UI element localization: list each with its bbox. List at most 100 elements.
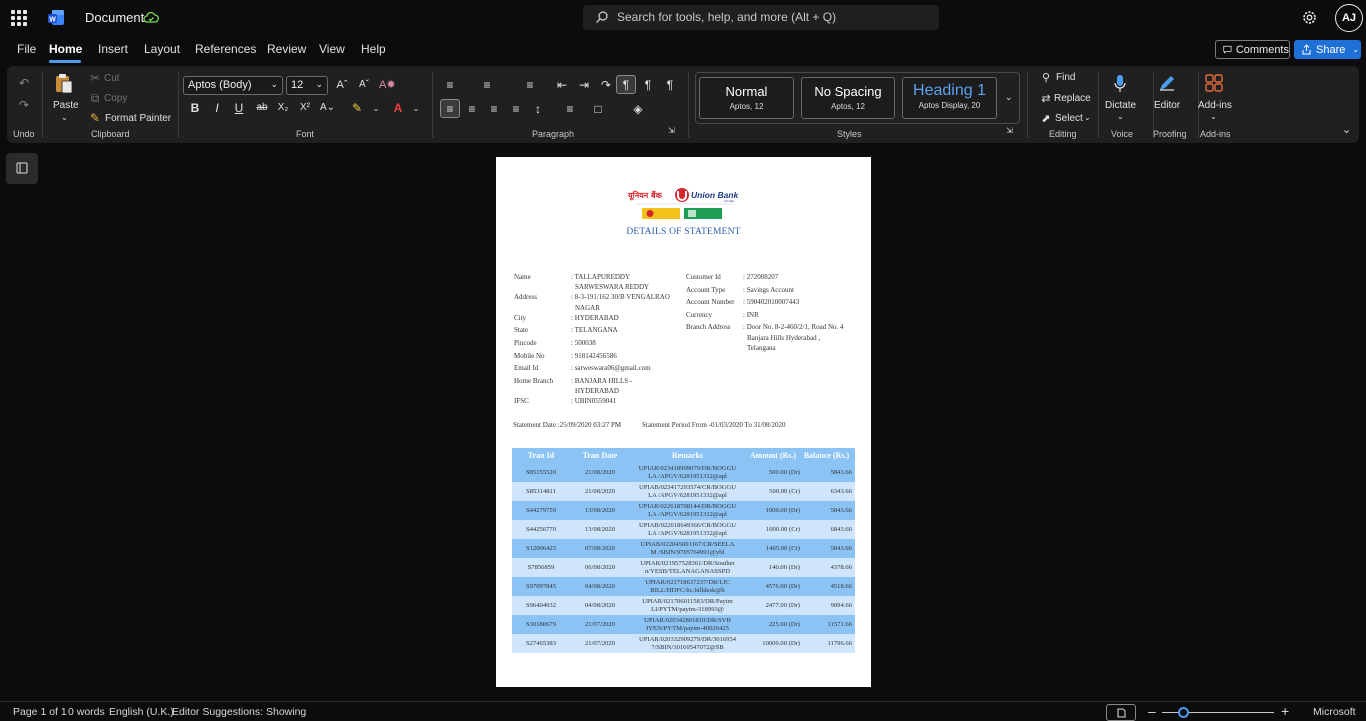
search-input[interactable]: Search for tools, help, and more (Alt + …	[583, 5, 939, 30]
chevron-down-icon[interactable]: ⌄	[1084, 113, 1091, 122]
zoom-slider-thumb[interactable]	[1178, 707, 1189, 718]
zoom-out-icon[interactable]: –	[1148, 703, 1156, 719]
cut-button[interactable]: Cut	[104, 73, 120, 84]
table-row: S27465383 21/07/2020 UPIAR/020332909279/DR…	[512, 634, 855, 653]
shading-icon[interactable]: ◈	[631, 102, 645, 116]
redo-icon[interactable]: ↷	[17, 98, 31, 112]
tran-balance: 4518.66	[801, 577, 855, 596]
tab-view[interactable]: View	[319, 42, 345, 56]
paste-icon[interactable]	[54, 73, 74, 95]
field-value: Telangana	[747, 343, 776, 352]
font-name-select[interactable]: Aptos (Body) ⌄	[183, 76, 283, 95]
superscript-icon[interactable]: X²	[298, 101, 312, 115]
tran-remarks: UPIAR/020342801810/DR/SVB IYEN/PYTM/paytm…	[630, 615, 745, 634]
align-right-icon[interactable]: ≡	[487, 102, 501, 116]
chevron-down-icon[interactable]: ⌄	[1210, 112, 1217, 121]
format-painter-button[interactable]: Format Painter	[105, 113, 171, 124]
chevron-down-icon[interactable]: ⌄	[1117, 112, 1124, 121]
tran-date: 21/07/2020	[570, 615, 630, 634]
style-font: Aptos, 12	[831, 102, 865, 111]
comments-button[interactable]: Comments	[1215, 40, 1290, 59]
ribbon-collapse-icon[interactable]: ⌄	[1342, 123, 1351, 136]
copy-button[interactable]: Copy	[104, 93, 127, 104]
tab-insert[interactable]: Insert	[98, 42, 128, 56]
paragraph-direction-icon[interactable]: ¶	[641, 78, 655, 92]
borders-icon[interactable]: □	[591, 102, 605, 116]
editor-button[interactable]: Editor	[1154, 100, 1180, 111]
tab-help[interactable]: Help	[361, 42, 386, 56]
shrink-font-icon[interactable]: Aˇ	[357, 78, 371, 92]
replace-button[interactable]: Replace	[1054, 93, 1091, 104]
document-page[interactable]: यूनियन बैंक Union Bank of India DETAILS …	[496, 157, 871, 687]
format-painter-icon: ✎	[89, 111, 101, 125]
strikethrough-icon[interactable]: ab	[255, 101, 269, 115]
chevron-down-icon[interactable]: ⌄	[369, 102, 383, 116]
tab-layout[interactable]: Layout	[144, 42, 180, 56]
column-header: Amount (Rs.)	[745, 448, 801, 463]
show-formatting-icon[interactable]: ¶	[663, 78, 677, 92]
editor-suggestions[interactable]: Editor Suggestions: Showing	[172, 706, 306, 718]
style-normal[interactable]: Normal Aptos, 12	[699, 77, 794, 119]
app-launcher-icon[interactable]	[11, 10, 27, 26]
cloud-saved-icon[interactable]	[143, 10, 159, 26]
clear-formatting-icon[interactable]: A✸	[379, 78, 396, 92]
add-ins-icon[interactable]	[1204, 73, 1224, 93]
paste-label[interactable]: Paste	[53, 100, 79, 111]
underline-icon[interactable]: U	[232, 101, 246, 115]
select-button[interactable]: Select	[1055, 113, 1083, 124]
dialog-launcher-icon[interactable]: ⇲	[668, 126, 675, 135]
ltr-icon[interactable]: ↷	[599, 78, 613, 92]
increase-indent-icon[interactable]: ⇥	[577, 78, 591, 92]
decrease-indent-icon[interactable]: ⇤	[555, 78, 569, 92]
microphone-icon[interactable]	[1113, 74, 1127, 94]
bullets-icon[interactable]: ≡	[443, 78, 457, 92]
bold-icon[interactable]: B	[188, 101, 202, 115]
rtl-icon: ¶	[622, 78, 630, 92]
paragraph-spacing-icon[interactable]: ≡	[563, 102, 577, 116]
document-title[interactable]: Document	[85, 10, 144, 25]
tran-balance: 11571.66	[801, 615, 855, 634]
tab-file[interactable]: File	[17, 42, 36, 56]
styles-more-icon[interactable]: ⌄	[1005, 92, 1013, 103]
find-button[interactable]: Find	[1056, 72, 1075, 83]
zoom-in-icon[interactable]: +	[1281, 703, 1289, 719]
page-count[interactable]: Page 1 of 1	[13, 706, 67, 718]
dialog-launcher-icon[interactable]: ⇲	[1006, 126, 1013, 135]
line-spacing-icon[interactable]: ↕	[531, 102, 545, 116]
chevron-down-icon[interactable]: ⌄	[61, 113, 68, 122]
language[interactable]: English (U.K.)	[109, 706, 174, 718]
undo-icon[interactable]: ↶	[17, 76, 31, 90]
subscript-icon[interactable]: X₂	[276, 101, 290, 115]
tab-references[interactable]: References	[195, 42, 256, 56]
align-left-icon: ≡	[446, 102, 454, 116]
gear-icon[interactable]	[1301, 9, 1318, 26]
numbering-icon[interactable]: ≡	[480, 78, 494, 92]
text-effects-icon[interactable]: A⌄	[320, 101, 335, 115]
font-size-select[interactable]: 12 ⌄	[286, 76, 328, 95]
multilevel-list-icon[interactable]: ≡	[523, 78, 537, 92]
editor-icon[interactable]	[1157, 73, 1177, 93]
share-button[interactable]: Share ⌄	[1294, 40, 1361, 59]
align-center-icon[interactable]: ≡	[465, 102, 479, 116]
highlight-icon[interactable]: ✎	[350, 101, 364, 115]
avatar[interactable]: AJ	[1335, 4, 1363, 32]
style-no-spacing[interactable]: No Spacing Aptos, 12	[801, 77, 895, 119]
remarks-line: BILL/HDFC/lic.billdesk@h	[650, 586, 725, 594]
style-heading-1[interactable]: Heading 1 Aptos Display, 20	[902, 77, 997, 119]
justify-icon[interactable]: ≡	[509, 102, 523, 116]
font-color-icon[interactable]: A	[391, 101, 405, 115]
print-layout-button[interactable]	[1106, 704, 1136, 721]
dictate-button[interactable]: Dictate	[1105, 100, 1136, 111]
tran-amount: 1000.00 (Dr)	[745, 501, 801, 520]
word-count[interactable]: 0 words	[68, 706, 105, 718]
navigation-pane-button[interactable]	[6, 153, 38, 184]
field-label: IFSC	[514, 397, 529, 406]
italic-icon[interactable]: I	[210, 101, 224, 115]
tab-home[interactable]: Home	[49, 42, 82, 56]
chevron-down-icon[interactable]: ⌄	[409, 102, 423, 116]
field-value: HYDERABAD	[575, 387, 619, 395]
divider	[432, 72, 433, 138]
grow-font-icon[interactable]: Aˆ	[335, 78, 349, 92]
tab-review[interactable]: Review	[267, 42, 306, 56]
add-ins-button[interactable]: Add-ins	[1198, 100, 1232, 111]
